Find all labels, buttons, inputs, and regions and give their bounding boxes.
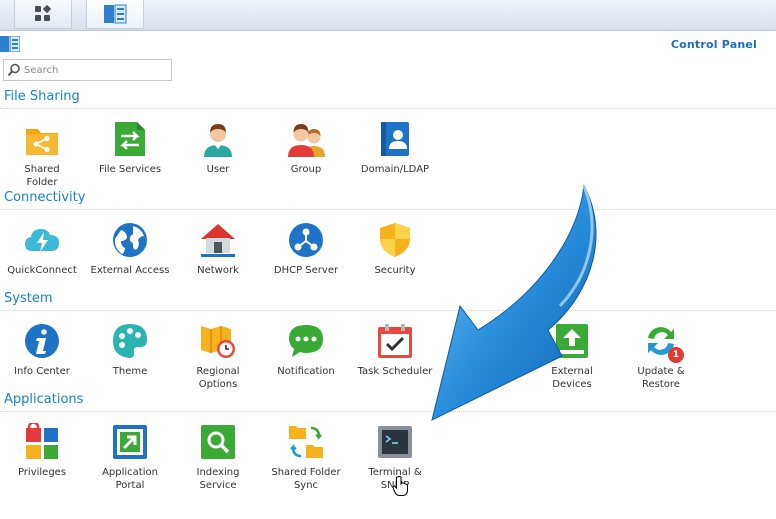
annotation-arrow-icon	[431, 184, 597, 421]
hand-cursor-icon	[393, 476, 408, 496]
